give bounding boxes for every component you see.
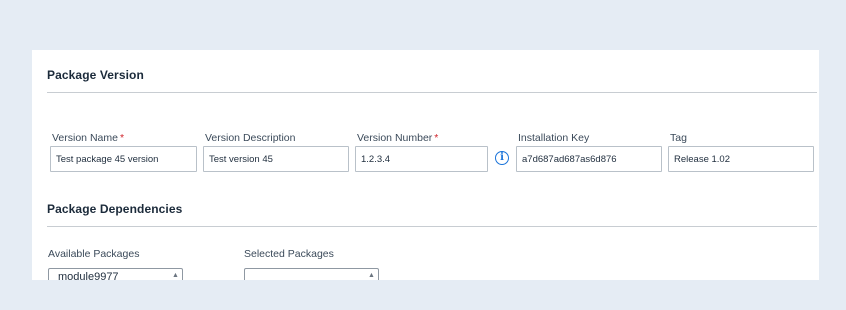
available-packages-label: Available Packages [48,248,140,260]
section-divider [47,226,817,227]
version-description-label: Version Description [205,132,296,144]
tag-input[interactable] [668,146,814,172]
section-divider [47,92,817,93]
selected-packages-label: Selected Packages [244,248,334,260]
version-description-input[interactable] [203,146,349,172]
installation-key-input[interactable] [516,146,662,172]
info-icon[interactable]: i [495,151,509,165]
installation-key-label: Installation Key [518,132,590,144]
package-version-title: Package Version [47,68,144,82]
scroll-up-arrow-icon[interactable]: ▲ [367,271,376,280]
required-marker: * [119,132,125,144]
available-packages-list[interactable]: module9977 ▲ [48,268,183,280]
version-number-label: Version Number * [357,132,439,144]
version-name-label: Version Name * [52,132,125,144]
version-name-input[interactable] [50,146,197,172]
tag-label: Tag [670,132,687,144]
package-dependencies-title: Package Dependencies [47,202,183,216]
package-version-card: Package Version Version Name* Version De… [32,50,819,280]
version-number-input[interactable] [355,146,488,172]
scroll-up-arrow-icon[interactable]: ▲ [171,271,180,280]
selected-packages-list[interactable]: ▲ [244,268,379,280]
required-marker: * [434,132,439,144]
list-item[interactable]: module9977 [58,271,119,280]
